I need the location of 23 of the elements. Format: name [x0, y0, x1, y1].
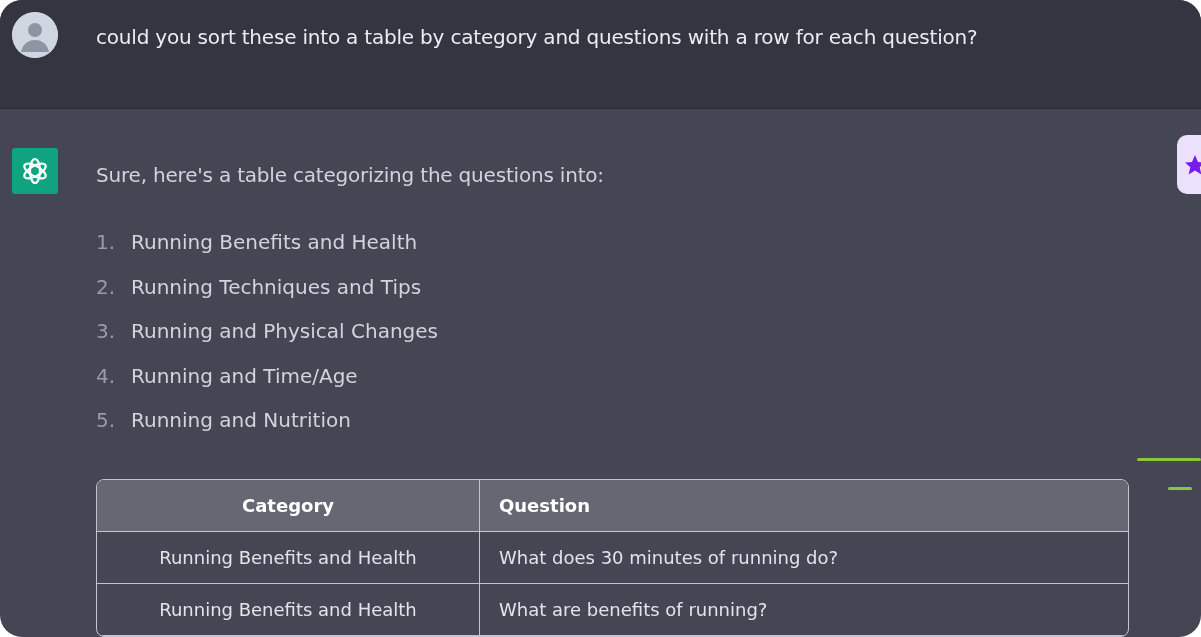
table-cell: What does 30 minutes of running do?	[480, 531, 1128, 584]
list-number: 5.	[96, 407, 117, 435]
list-number: 3.	[96, 318, 117, 346]
list-number: 4.	[96, 362, 117, 390]
star-icon	[1183, 153, 1201, 177]
list-item: Running and Time/Age	[131, 362, 358, 390]
column-header: Category	[97, 479, 480, 532]
user-message: could you sort these into a table by category and questions with a row for each question?	[96, 24, 978, 51]
list-item: Running Techniques and Tips	[131, 273, 422, 301]
table-cell: Running Benefits and Health	[97, 583, 480, 636]
assistant-message: Sure, here's a table categorizing the questions into:	[96, 162, 604, 189]
scroll-marker	[1137, 458, 1201, 461]
list-item: Running Benefits and Health	[131, 229, 418, 257]
list-item: Running and Physical Changes	[131, 318, 438, 346]
assistant-logo-icon	[12, 148, 58, 194]
list-number: 2.	[96, 273, 117, 301]
table-cell: Running Benefits and Health	[97, 531, 480, 584]
scroll-marker	[1168, 487, 1192, 490]
avatar-icon	[12, 12, 58, 58]
column-header: Question	[480, 479, 1128, 532]
list-item: Running and Nutrition	[131, 407, 351, 435]
list-number: 1.	[96, 229, 117, 257]
table-cell: What are benefits of running?	[480, 583, 1128, 636]
